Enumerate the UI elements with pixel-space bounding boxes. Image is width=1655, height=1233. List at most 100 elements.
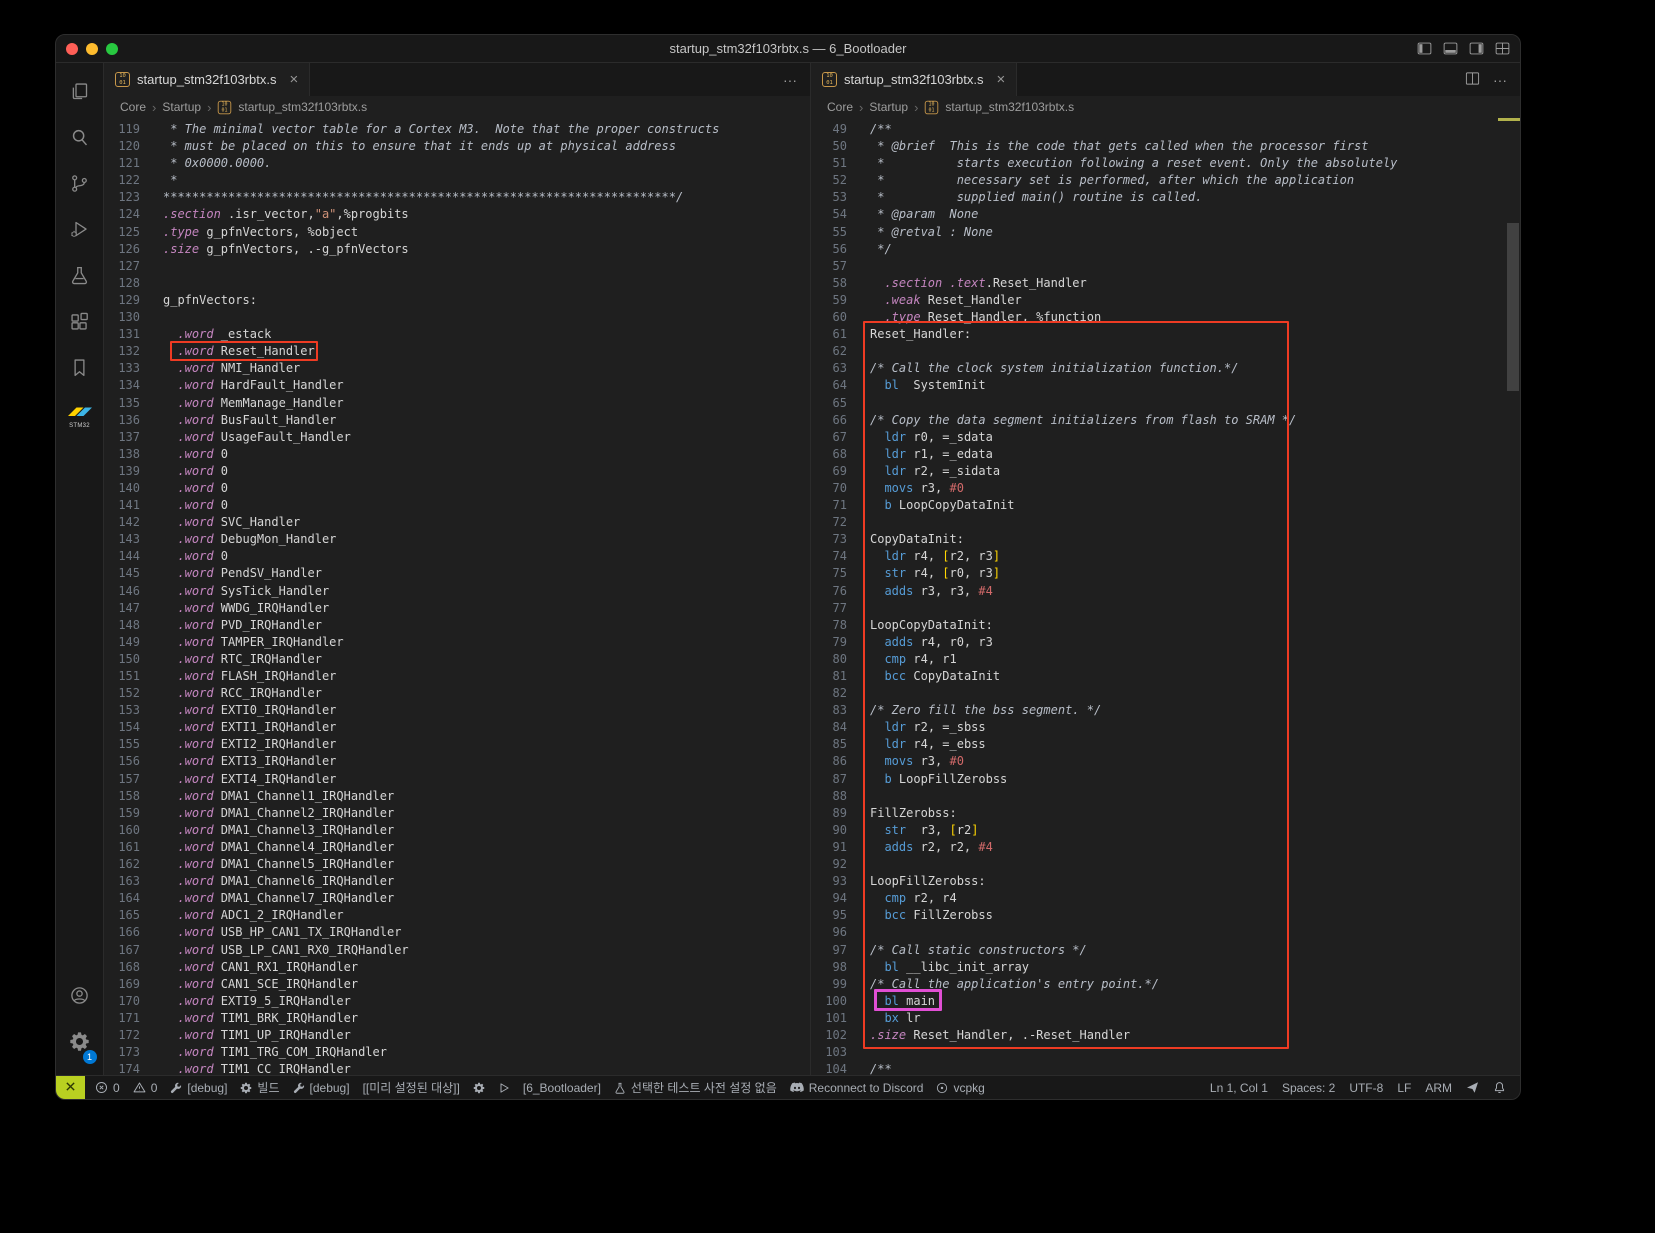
sidebar-item-source-control[interactable] [56, 163, 104, 209]
status-language-mode[interactable]: ARM [1425, 1081, 1452, 1095]
breadcrumb-item[interactable]: Startup [162, 100, 201, 114]
maximize-window-button[interactable] [106, 42, 118, 55]
breadcrumb-separator: › [207, 99, 212, 115]
line-number: 89 [832, 805, 847, 820]
breadcrumb-item[interactable]: Startup [869, 100, 908, 114]
status-discord[interactable]: Reconnect to Discord [789, 1080, 924, 1095]
close-window-button[interactable] [66, 42, 78, 55]
sidebar-item-search[interactable] [56, 117, 104, 163]
status-cmake-build-target[interactable]: [[미리 설정된 대상]] [363, 1079, 460, 1096]
tab-close-icon[interactable]: × [289, 72, 298, 87]
code-line: 61 Reset_Handler: [811, 326, 1520, 343]
code-line: 145 .word PendSV_Handler [104, 565, 810, 582]
tab-startup-file-left[interactable]: 10 01 startup_stm32f103rbtx.s × [104, 63, 311, 96]
status-errors[interactable]: 0 [95, 1081, 120, 1095]
code-line: 130 [104, 309, 810, 326]
code-line: 58 .section .text.Reset_Handler [811, 275, 1520, 292]
code-line: 101 bx lr [811, 1010, 1520, 1027]
customize-layout-icon[interactable] [1495, 41, 1510, 56]
code-line: 122 * [104, 172, 810, 189]
remote-indicator[interactable] [56, 1076, 85, 1099]
breadcrumb-item[interactable]: Core [120, 100, 146, 114]
line-number: 86 [832, 754, 847, 769]
breadcrumb-item[interactable]: startup_stm32f103rbtx.s [238, 100, 367, 114]
line-number: 161 [118, 839, 140, 854]
code-line: 132 .word Reset_Handler [104, 343, 810, 360]
line-number: 79 [832, 634, 847, 649]
status-cmake-debug[interactable] [473, 1082, 485, 1094]
status-label: [debug] [309, 1080, 350, 1095]
code-line: 120 * must be placed on this to ensure t… [104, 138, 810, 155]
status-notifications[interactable] [1493, 1081, 1506, 1094]
status-cursor-position[interactable]: Ln 1, Col 1 [1210, 1081, 1268, 1095]
warning-icon [133, 1081, 146, 1094]
status-cmake-launch[interactable] [498, 1082, 510, 1094]
status-cmake-test-preset[interactable]: 선택한 테스트 사전 설정 없음 [614, 1079, 777, 1096]
breadcrumb-item[interactable]: startup_stm32f103rbtx.s [945, 100, 1074, 114]
line-number: 94 [832, 891, 847, 906]
manage-button[interactable]: 1 [56, 1021, 104, 1067]
tab-close-icon[interactable]: × [996, 72, 1005, 87]
status-eol[interactable]: LF [1397, 1081, 1411, 1095]
line-number: 151 [118, 669, 140, 683]
line-number: 104 [825, 1062, 847, 1075]
tab-startup-file-right[interactable]: 10 01 startup_stm32f103rbtx.s × [811, 63, 1018, 96]
line-number: 57 [832, 258, 847, 273]
status-warnings[interactable]: 0 [133, 1081, 157, 1095]
code-line: 85 ldr r4, =_ebss [811, 736, 1520, 753]
sidebar-item-explorer[interactable] [56, 71, 104, 117]
editor-left[interactable]: 119 * The minimal vector table for a Cor… [104, 118, 810, 1075]
line-number: 144 [118, 549, 140, 564]
toggle-secondary-sidebar-icon[interactable] [1469, 41, 1484, 56]
line-number: 123 [118, 190, 140, 205]
sidebar-item-run-and-debug[interactable] [56, 209, 104, 255]
status-vcpkg[interactable]: vcpkg [936, 1081, 985, 1095]
line-number: 78 [832, 617, 847, 632]
code-line: 65 [811, 395, 1520, 412]
search-icon [69, 127, 90, 153]
status-cmake-launch-target[interactable]: [6_Bootloader] [523, 1081, 601, 1095]
code-line: 92 [811, 856, 1520, 873]
editor-group-right: 10 01 startup_stm32f103rbtx.s × ··· Core ›… [811, 63, 1520, 1075]
line-number: 100 [825, 993, 847, 1008]
line-number: 60 [832, 310, 847, 325]
code-line: 49/** [811, 121, 1520, 138]
status-cmake-build-preset[interactable]: [debug] [293, 1081, 350, 1095]
code-line: 164 .word DMA1_Channel7_IRQHandler [104, 890, 810, 907]
status-encoding[interactable]: UTF-8 [1349, 1081, 1383, 1095]
code-line: 159 .word DMA1_Channel2_IRQHandler [104, 805, 810, 822]
code-line: 140 .word 0 [104, 480, 810, 497]
editor-right[interactable]: 49/** 50 * @brief This is the code that g… [811, 118, 1520, 1075]
line-number: 148 [118, 617, 140, 632]
split-editor-icon[interactable] [1465, 71, 1480, 89]
line-number: 149 [118, 634, 140, 649]
toggle-panel-icon[interactable] [1443, 41, 1458, 56]
layout-controls [1417, 41, 1510, 56]
more-actions-icon[interactable]: ··· [783, 72, 797, 88]
code-line: 97/* Call static constructors */ [811, 942, 1520, 959]
status-feedback[interactable] [1466, 1081, 1479, 1094]
code-line: 94 cmp r2, r4 [811, 890, 1520, 907]
code-line: 171 .word TIM1_BRK_IRQHandler [104, 1010, 810, 1027]
source-control-icon [69, 173, 90, 199]
status-cmake-configure-preset[interactable]: [debug] [170, 1081, 227, 1095]
minimize-window-button[interactable] [86, 42, 98, 55]
line-number: 140 [118, 480, 140, 495]
more-actions-icon[interactable]: ··· [1493, 72, 1507, 88]
status-label: Reconnect to Discord [808, 1080, 924, 1095]
code-line: 152 .word RCC_IRQHandler [104, 685, 810, 702]
breadcrumb-item[interactable]: Core [827, 100, 853, 114]
toggle-primary-sidebar-icon[interactable] [1417, 41, 1432, 56]
explorer-icon [69, 81, 90, 107]
scrollbar-thumb[interactable] [1507, 223, 1519, 391]
bookmark-icon [69, 357, 90, 383]
status-cmake-build[interactable]: 빌드 [240, 1079, 280, 1096]
sidebar-item-bookmarks[interactable] [56, 347, 104, 393]
accounts-button[interactable] [56, 975, 104, 1021]
sidebar-item-stm32[interactable]: STM32 [56, 393, 104, 439]
sidebar-item-testing[interactable] [56, 255, 104, 301]
status-indentation[interactable]: Spaces: 2 [1282, 1081, 1335, 1095]
breadcrumb: Core › Startup › 10 01 startup_stm32f103rbtx.s [104, 96, 810, 118]
sidebar-item-extensions[interactable] [56, 301, 104, 347]
vcpkg-icon [936, 1082, 948, 1094]
